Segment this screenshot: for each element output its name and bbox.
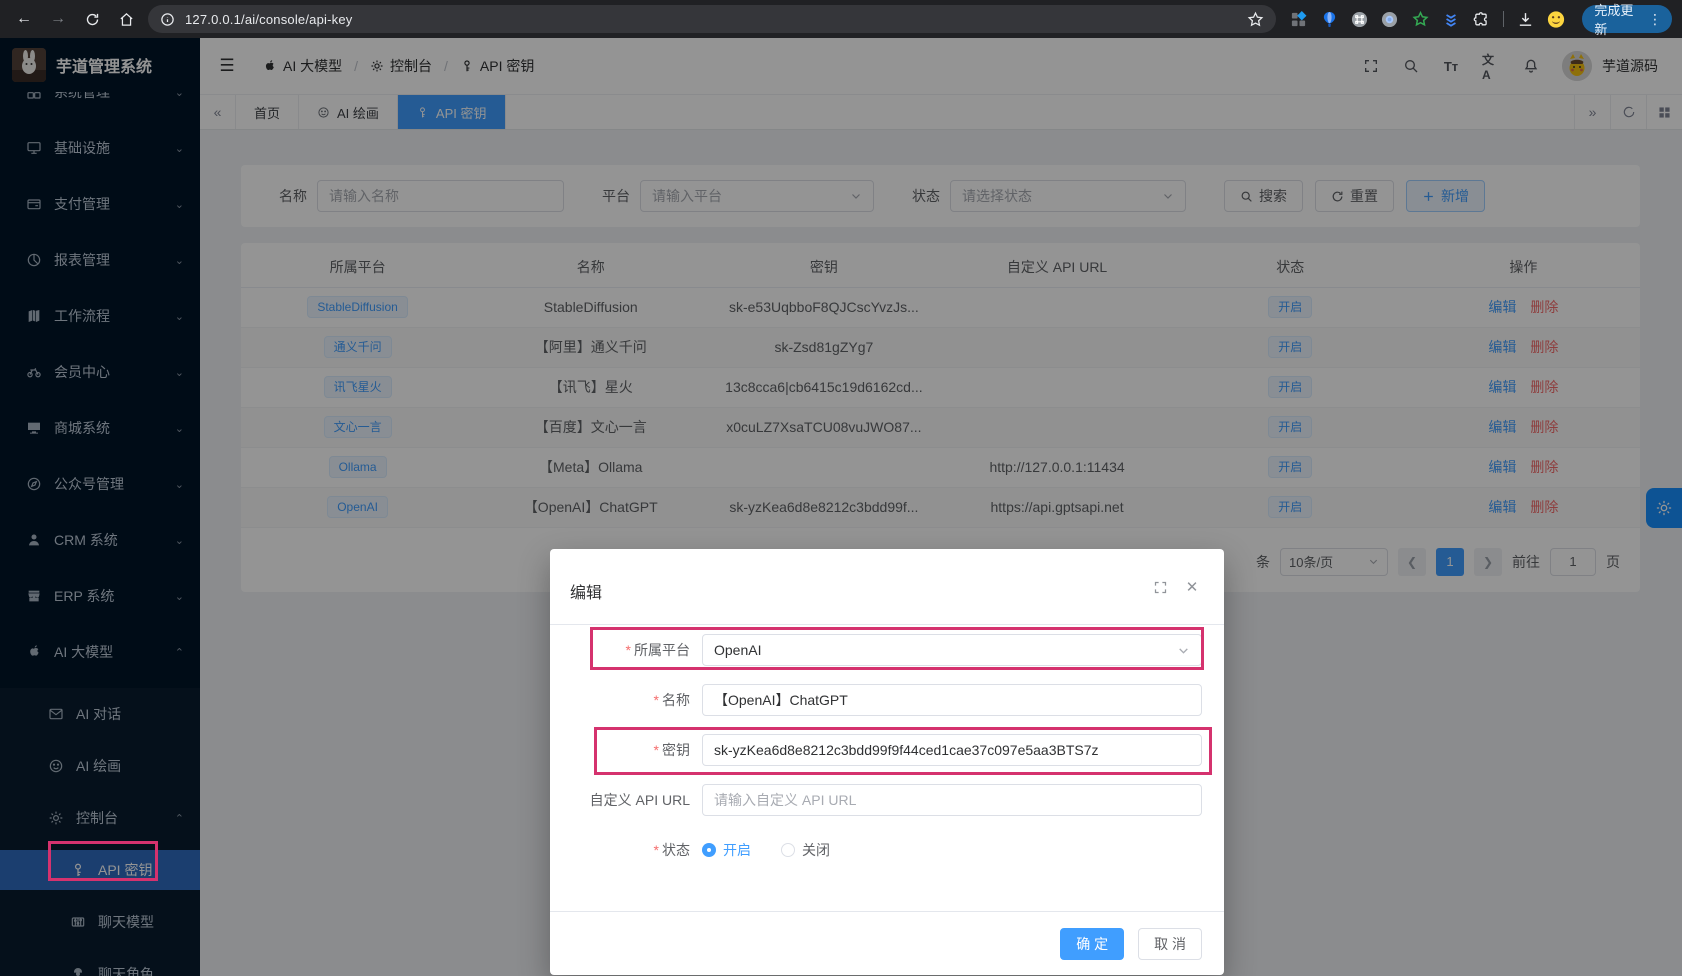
browser-back-icon[interactable]: ← xyxy=(10,5,38,33)
required-asterisk: * xyxy=(654,692,659,708)
name-input[interactable] xyxy=(702,684,1202,716)
extensions-puzzle-icon[interactable] xyxy=(1473,10,1490,28)
key-input[interactable] xyxy=(702,734,1202,766)
confirm-button[interactable]: 确 定 xyxy=(1060,928,1124,960)
extension-command-icon[interactable] xyxy=(1351,10,1368,28)
extension-camera-icon[interactable] xyxy=(1381,10,1398,28)
chevron-down-icon xyxy=(1177,644,1190,657)
name-label: 名称 xyxy=(662,692,690,708)
extension-chevrons-icon[interactable] xyxy=(1442,10,1459,28)
bookmark-star-icon[interactable] xyxy=(1247,11,1264,28)
radio-dot-icon xyxy=(702,843,716,857)
browser-update-button[interactable]: 完成更新 ⋮ xyxy=(1582,5,1672,33)
status-label: 状态 xyxy=(662,842,690,858)
platform-label: 所属平台 xyxy=(634,642,690,658)
form-row-key: *密钥 xyxy=(550,734,1224,766)
radio-dot-icon xyxy=(781,843,795,857)
form-row-name: *名称 xyxy=(550,684,1224,716)
cancel-button[interactable]: 取 消 xyxy=(1138,928,1202,960)
form-row-platform: *所属平台 OpenAI xyxy=(550,634,1224,666)
dialog-title: 编辑 xyxy=(570,579,602,603)
browser-menu-icon[interactable]: ⋮ xyxy=(1644,11,1666,28)
profile-emoji-icon[interactable] xyxy=(1547,10,1565,28)
dialog-fullscreen-icon[interactable] xyxy=(1152,579,1168,595)
site-info-icon[interactable] xyxy=(160,12,175,27)
browser-bar: ← → 127.0.0.1/ai/console/api-key xyxy=(0,0,1682,38)
address-bar[interactable]: 127.0.0.1/ai/console/api-key xyxy=(148,5,1276,33)
dialog-body: *所属平台 OpenAI *名称 *密钥 xyxy=(550,625,1224,866)
platform-select[interactable]: OpenAI xyxy=(702,634,1202,666)
radio-status-off[interactable]: 关闭 xyxy=(781,840,830,860)
url-label: 自定义 API URL xyxy=(590,792,690,808)
form-row-url: 自定义 API URL xyxy=(550,784,1224,816)
extension-blocks-icon[interactable] xyxy=(1290,10,1307,28)
key-label: 密钥 xyxy=(662,742,690,758)
form-row-status: *状态 开启 关闭 xyxy=(550,834,1224,866)
app-window: 芋道管理系统 系统管理⌄ 基础设施⌄ 支付管理⌄ 报表管理⌄ 工作流程⌄ xyxy=(0,38,1682,976)
extension-star-icon[interactable] xyxy=(1412,10,1429,28)
toolbar-divider xyxy=(1503,11,1504,27)
dialog-header: 编辑 ✕ xyxy=(550,549,1224,625)
required-asterisk: * xyxy=(654,842,659,858)
required-asterisk: * xyxy=(654,742,659,758)
downloads-icon[interactable] xyxy=(1517,10,1534,28)
url-text[interactable]: 127.0.0.1/ai/console/api-key xyxy=(185,12,1247,27)
browser-home-icon[interactable] xyxy=(112,5,140,33)
dialog-close-icon[interactable]: ✕ xyxy=(1184,579,1200,595)
edit-dialog: 编辑 ✕ *所属平台 OpenAI *名称 xyxy=(550,549,1224,975)
required-asterisk: * xyxy=(626,642,631,658)
url-input[interactable] xyxy=(702,784,1202,816)
browser-refresh-icon[interactable] xyxy=(78,5,106,33)
radio-status-on[interactable]: 开启 xyxy=(702,840,751,860)
dialog-footer: 确 定 取 消 xyxy=(550,911,1224,975)
extension-balloon-icon[interactable] xyxy=(1320,10,1337,28)
browser-forward-icon[interactable]: → xyxy=(44,5,72,33)
